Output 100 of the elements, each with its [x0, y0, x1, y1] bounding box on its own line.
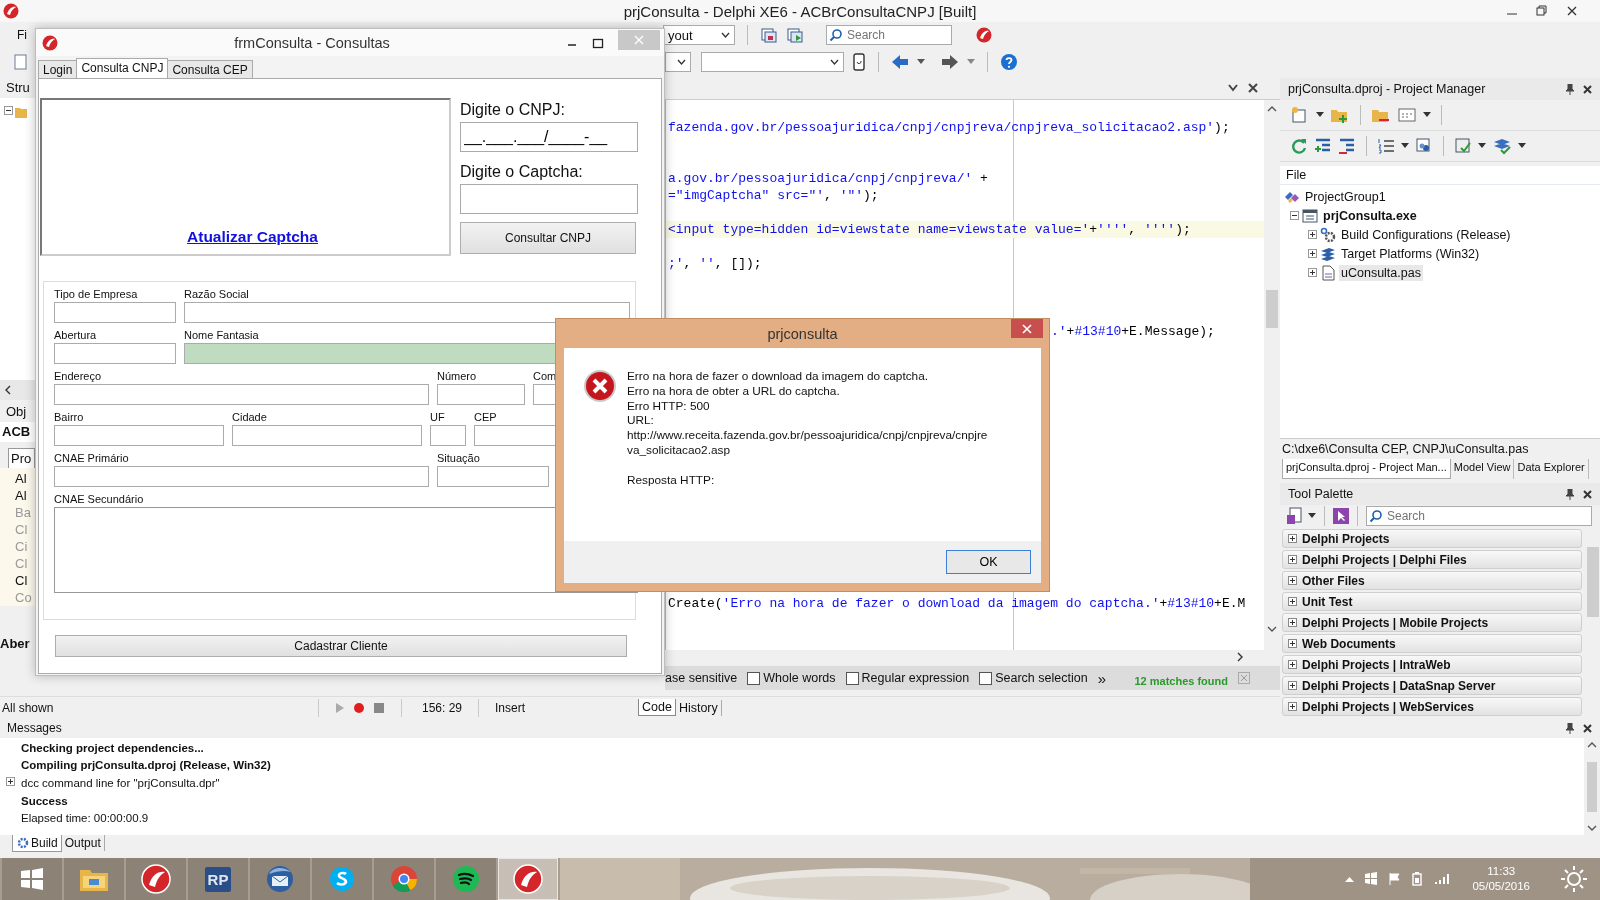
app-logo-icon[interactable]	[976, 27, 992, 43]
caret-icon[interactable]	[917, 59, 925, 65]
category-header[interactable]: Delphi Projects | WebServices	[1282, 697, 1582, 716]
category-header[interactable]: Delphi Projects	[1282, 529, 1582, 548]
message-line[interactable]: Checking project dependencies...	[21, 741, 204, 754]
tab[interactable]: prjConsulta.dproj - Project Man...	[1282, 459, 1451, 479]
category-header[interactable]: Delphi Projects | DataSnap Server	[1282, 676, 1582, 695]
pointer-icon[interactable]	[1333, 508, 1349, 524]
stop-icon[interactable]	[373, 701, 385, 714]
text-field[interactable]	[54, 343, 176, 364]
expand-icon[interactable]	[1308, 249, 1317, 258]
ok-button[interactable]: OK	[946, 550, 1031, 574]
category-header[interactable]: Delphi Projects | Mobile Projects	[1282, 613, 1582, 632]
cnpj-field[interactable]: __.___.___/____-__	[460, 122, 638, 152]
message-line[interactable]: Elapsed time: 00:00:00.9	[21, 812, 149, 825]
message-line[interactable]: Success	[21, 794, 68, 807]
close-icon[interactable]	[1248, 82, 1258, 93]
checkbox[interactable]: Search selection	[979, 671, 1088, 685]
expand-icon[interactable]	[1288, 702, 1297, 711]
expand-icon[interactable]	[1288, 639, 1297, 648]
collapse-icon[interactable]	[4, 106, 13, 115]
category-header[interactable]: Other Files	[1282, 571, 1582, 590]
taskbar-button[interactable]: RP	[188, 858, 248, 900]
search-field[interactable]: Search	[1366, 506, 1592, 526]
tab[interactable]: Model View	[1450, 459, 1515, 479]
sun-icon[interactable]	[1560, 865, 1588, 893]
tree-item[interactable]: ProjectGroup1	[1303, 188, 1388, 205]
tab[interactable]: Code	[638, 699, 676, 716]
register-button[interactable]: Cadastrar Cliente	[55, 635, 627, 657]
category-header[interactable]: Web Documents	[1282, 634, 1582, 653]
scrollbar-thumb[interactable]	[1587, 547, 1599, 617]
tab[interactable]: Login	[38, 60, 78, 78]
taskbar-button[interactable]	[126, 858, 186, 900]
expand-icon[interactable]	[1288, 681, 1297, 690]
checklist-icon[interactable]	[1454, 137, 1472, 155]
expand-all-icon[interactable]	[1314, 137, 1332, 155]
numbered-list-icon[interactable]	[1377, 137, 1395, 155]
caret-icon[interactable]	[1316, 112, 1324, 118]
restore-icon[interactable]	[1536, 5, 1548, 17]
scrollbar-thumb[interactable]	[1587, 761, 1597, 812]
expand-icon[interactable]	[1288, 597, 1297, 606]
chevron-up-icon[interactable]	[1345, 876, 1355, 882]
windows-logo-icon[interactable]	[1364, 872, 1379, 886]
platform-dropdown[interactable]	[665, 52, 691, 72]
tree-item[interactable]: uConsulta.pas	[1339, 264, 1423, 281]
back-arrow-icon[interactable]	[891, 54, 909, 70]
caret-icon[interactable]	[1518, 143, 1526, 149]
pin-icon[interactable]	[1566, 722, 1574, 734]
tab[interactable]: History	[675, 699, 722, 716]
scroll-up-icon[interactable]	[1587, 742, 1597, 748]
text-field[interactable]	[184, 302, 630, 323]
taskbar-button[interactable]	[250, 858, 310, 900]
layout-dropdown[interactable]: yout	[663, 25, 735, 45]
maximize-icon[interactable]	[592, 36, 604, 49]
taskbar-button[interactable]	[436, 858, 496, 900]
close-icon[interactable]	[1583, 723, 1592, 733]
caret-icon[interactable]	[1423, 112, 1431, 118]
checkbox[interactable]: Regular expression	[845, 671, 970, 685]
pin-icon[interactable]	[1566, 488, 1574, 500]
caret-icon[interactable]	[1401, 143, 1409, 149]
caret-icon[interactable]	[1308, 513, 1316, 519]
forward-arrow-icon[interactable]	[941, 54, 959, 70]
collapse-all-icon[interactable]	[1338, 137, 1356, 155]
tab[interactable]: Pro	[8, 448, 35, 468]
refresh-icon[interactable]	[1290, 137, 1308, 155]
message-line[interactable]: dcc command line for "prjConsulta.dpr"	[21, 777, 220, 789]
text-field[interactable]	[54, 384, 429, 405]
caret-icon[interactable]	[1478, 143, 1486, 149]
menu-item[interactable]: Fi	[17, 28, 27, 42]
expand-icon[interactable]	[1308, 268, 1317, 277]
expand-icon[interactable]	[6, 777, 15, 786]
text-field[interactable]	[54, 466, 429, 487]
signal-icon[interactable]	[1434, 873, 1451, 885]
tab[interactable]: Data Explorer	[1514, 459, 1589, 479]
layers-check-icon[interactable]	[1492, 137, 1512, 155]
close-icon[interactable]	[1583, 84, 1592, 94]
flag-icon[interactable]	[1388, 872, 1401, 886]
tab[interactable]: Output	[61, 835, 105, 851]
expand-icon[interactable]	[1288, 555, 1297, 564]
tab[interactable]: Consulta CNPJ	[76, 58, 169, 78]
expand-icon[interactable]	[1288, 576, 1297, 585]
captcha-field[interactable]	[460, 184, 638, 214]
close-icon[interactable]	[1566, 5, 1578, 17]
close-icon[interactable]	[1583, 489, 1592, 499]
device-icon[interactable]	[852, 53, 866, 71]
tree-item[interactable]: Build Configurations (Release)	[1339, 226, 1513, 243]
column-header[interactable]: File	[1280, 166, 1600, 185]
checkbox[interactable]: Whole words	[747, 671, 836, 685]
tree-item[interactable]: Target Platforms (Win32)	[1339, 245, 1482, 262]
users-icon[interactable]	[1415, 137, 1433, 155]
scroll-down-icon[interactable]	[1267, 626, 1277, 632]
scroll-right-icon[interactable]	[1236, 652, 1244, 662]
collapse-icon[interactable]	[1290, 211, 1299, 220]
scroll-up-icon[interactable]	[1267, 106, 1277, 112]
battery-icon[interactable]	[1410, 872, 1425, 886]
category-header[interactable]: Unit Test	[1282, 592, 1582, 611]
dropdown-icon[interactable]	[1228, 83, 1238, 92]
scroll-left-icon[interactable]	[4, 385, 12, 395]
window-layout-icon[interactable]	[760, 26, 778, 44]
tree-item[interactable]: prjConsulta.exe	[1321, 207, 1419, 224]
